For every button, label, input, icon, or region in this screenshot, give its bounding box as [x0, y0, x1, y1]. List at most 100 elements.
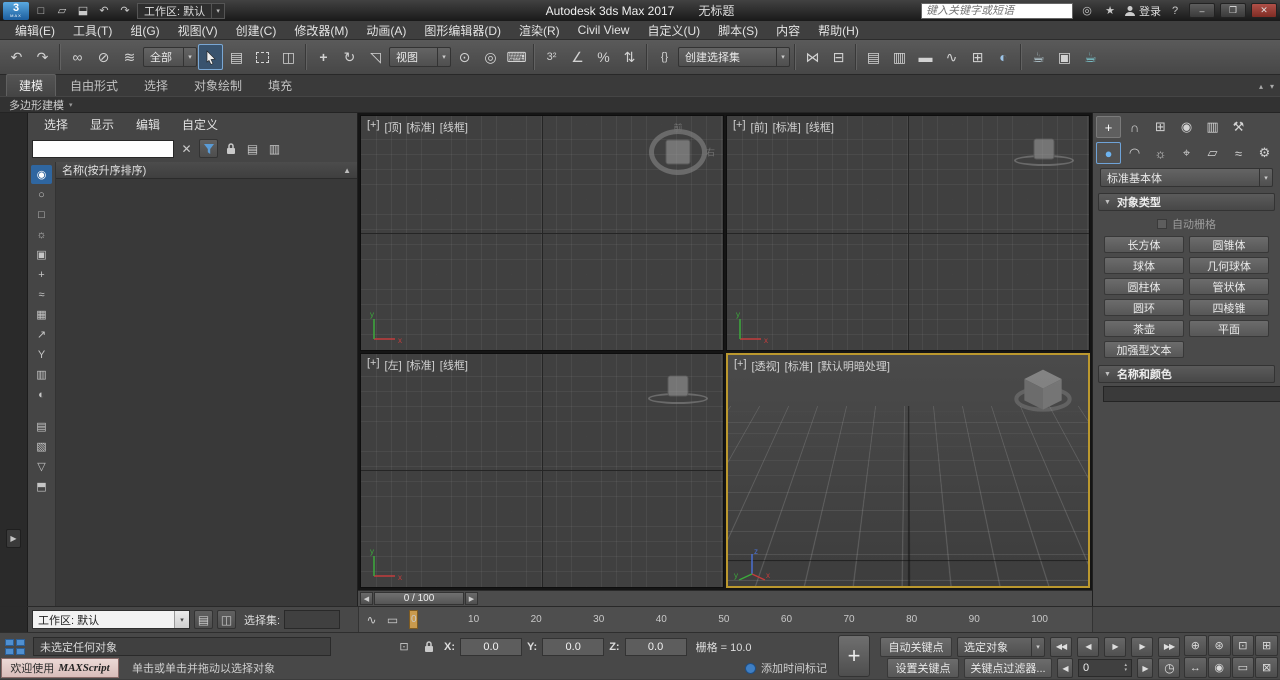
render-setup-icon[interactable]: ☕	[1026, 44, 1051, 70]
menu-create[interactable]: 创建(C)	[227, 21, 286, 39]
menu-customize[interactable]: 自定义(U)	[638, 21, 709, 39]
viewcube-face[interactable]	[666, 140, 691, 165]
schematic-view-icon[interactable]: ⊞	[965, 44, 990, 70]
cameras-category-icon[interactable]: ⌖	[1174, 142, 1199, 164]
go-to-end-button[interactable]: ▶▶	[1158, 637, 1180, 657]
explorer-menu-customize[interactable]: 自定义	[172, 116, 228, 133]
viewport-menu-pov[interactable]: [左]	[385, 357, 402, 373]
viewcube-face[interactable]	[668, 376, 689, 397]
select-by-name-icon[interactable]: ▤	[224, 44, 249, 70]
explorer-column-header[interactable]: 名称(按升序排序) ▲	[56, 162, 357, 179]
shapes-category-icon[interactable]: ◠	[1122, 142, 1147, 164]
show-frozen-icon[interactable]: ⬒	[31, 477, 52, 496]
filter-helpers-icon[interactable]: +	[31, 265, 52, 284]
filter-spacewarps-icon[interactable]: ≈	[31, 285, 52, 304]
viewport-top[interactable]: [+] [顶] [标准] [线框] 前 右 x	[360, 115, 724, 351]
workspace-selector[interactable]: 工作区: 默认 ▾	[137, 3, 225, 19]
play-animation-button[interactable]: ▶	[1104, 637, 1126, 657]
box-button[interactable]: 长方体	[1104, 236, 1184, 253]
viewcube[interactable]	[645, 362, 711, 418]
menu-views[interactable]: 视图(V)	[169, 21, 227, 39]
select-and-scale-icon[interactable]: ◹	[363, 44, 388, 70]
name-color-rollout-header[interactable]: ▼ 名称和颜色	[1098, 365, 1275, 383]
time-slider-thumb[interactable]: 0 / 100	[374, 592, 464, 605]
spinner-arrows-icon[interactable]: ▴▾	[1124, 663, 1127, 674]
z-coordinate-field[interactable]: 0.0	[625, 638, 687, 656]
object-type-rollout-header[interactable]: ▼ 对象类型	[1098, 193, 1275, 211]
workspace-settings-icon[interactable]: ▤	[194, 610, 213, 629]
viewport-menu-standard[interactable]: [标准]	[407, 119, 435, 135]
filter-all-icon[interactable]: ◉	[31, 165, 52, 184]
chevron-down-icon[interactable]: ▾	[174, 611, 189, 628]
reference-coordinate-dropdown[interactable]: 视图 ▾	[389, 47, 451, 67]
open-file-icon[interactable]: ▱	[53, 2, 71, 19]
select-and-manipulate-icon[interactable]: ◎	[478, 44, 503, 70]
systems-category-icon[interactable]: ⚙	[1252, 142, 1277, 164]
geosphere-button[interactable]: 几何球体	[1189, 257, 1269, 274]
expand-panel-arrow-icon[interactable]: ▶	[6, 529, 21, 548]
pyramid-button[interactable]: 四棱锥	[1189, 299, 1269, 316]
viewcube-face[interactable]	[1034, 138, 1055, 159]
menu-civil-view[interactable]: Civil View	[569, 21, 639, 39]
ribbon-tab-freeform[interactable]: 自由形式	[58, 75, 130, 96]
menu-edit[interactable]: 编辑(E)	[6, 21, 64, 39]
lock-explorer-icon[interactable]	[221, 139, 240, 158]
maxscript-mini-listener[interactable]: 欢迎使用 MAXScript	[1, 658, 119, 678]
toggle-ribbon-icon[interactable]: ▬	[913, 44, 938, 70]
communication-center-icon[interactable]: ◎	[1078, 2, 1096, 19]
filter-bones-icon[interactable]: Y	[31, 345, 52, 364]
object-name-input[interactable]	[1103, 386, 1280, 402]
undo-icon[interactable]: ↶	[4, 44, 29, 70]
open-mini-curve-editor-icon[interactable]: ∿	[362, 610, 381, 629]
maximize-viewport-toggle-icon[interactable]: ⊠	[1255, 657, 1278, 678]
viewport-menu-shading[interactable]: [线框]	[806, 119, 834, 135]
viewcube-right-label[interactable]: 右	[706, 146, 715, 159]
tube-button[interactable]: 管状体	[1189, 278, 1269, 295]
select-object-button[interactable]	[198, 44, 223, 70]
menu-modifiers[interactable]: 修改器(M)	[285, 21, 357, 39]
mirror-icon[interactable]: ⋈	[800, 44, 825, 70]
viewport-menu-pov[interactable]: [顶]	[385, 119, 402, 135]
window-close-button[interactable]: ✕	[1251, 3, 1277, 18]
selection-filter-dropdown[interactable]: 全部 ▾	[143, 47, 197, 67]
display-tab-icon[interactable]: ▥	[1200, 116, 1225, 138]
select-and-move-icon[interactable]: +	[311, 44, 336, 70]
sort-ascending-icon[interactable]: ▲	[343, 166, 351, 175]
menu-help[interactable]: 帮助(H)	[809, 21, 868, 39]
filter-groups-icon[interactable]: ▦	[31, 305, 52, 324]
set-key-button[interactable]: 设置关键点	[887, 658, 959, 678]
viewport-layout-icon[interactable]	[2, 636, 28, 658]
sign-in-button[interactable]: 登录	[1124, 3, 1161, 19]
viewport-perspective[interactable]: [+] [透视] [标准] [默认明暗处理] z	[726, 353, 1090, 589]
ribbon-tab-modeling[interactable]: 建模	[6, 74, 56, 96]
viewcube-front-label[interactable]: 前	[673, 121, 682, 134]
spinner-snap-toggle-icon[interactable]: ⇅	[617, 44, 642, 70]
viewport-menu-general[interactable]: [+]	[367, 357, 380, 373]
viewport-left[interactable]: [+] [左] [标准] [线框] x y	[360, 353, 724, 589]
use-pivot-center-icon[interactable]: ⊙	[452, 44, 477, 70]
rendered-frame-window-icon[interactable]: ▣	[1052, 44, 1077, 70]
go-to-start-button[interactable]: ◀◀	[1050, 637, 1072, 657]
choose-columns-icon[interactable]: ▤	[243, 139, 262, 158]
window-maximize-button[interactable]: ❐	[1220, 3, 1246, 18]
zoom-extents-all-icon[interactable]: ⊞	[1255, 635, 1278, 656]
add-time-tag[interactable]: 添加时间标记	[745, 660, 827, 676]
pan-view-icon[interactable]: ↔	[1184, 657, 1207, 678]
field-of-view-icon[interactable]: ▭	[1232, 657, 1255, 678]
angle-snap-toggle-icon[interactable]: ∠	[565, 44, 590, 70]
torus-button[interactable]: 圆环	[1104, 299, 1184, 316]
viewport-menu-general[interactable]: [+]	[367, 119, 380, 135]
autogrid-checkbox[interactable]	[1157, 219, 1167, 229]
motion-tab-icon[interactable]: ◉	[1174, 116, 1199, 138]
viewport-front[interactable]: [+] [前] [标准] [线框] x y	[726, 115, 1090, 351]
menu-tools[interactable]: 工具(T)	[64, 21, 121, 39]
chevron-down-icon[interactable]: ▾	[211, 4, 224, 18]
key-selection-dropdown[interactable]: 选定对象 ▾	[957, 637, 1045, 657]
window-minimize-button[interactable]: –	[1189, 3, 1215, 18]
viewcube[interactable]: 前 右	[645, 124, 711, 180]
viewport-menu-general[interactable]: [+]	[734, 358, 747, 374]
bind-to-spacewarp-icon[interactable]: ≋	[117, 44, 142, 70]
new-scene-icon[interactable]: □	[32, 2, 50, 19]
ribbon-tab-populate[interactable]: 填充	[256, 75, 304, 96]
favorites-star-icon[interactable]: ★	[1101, 2, 1119, 19]
